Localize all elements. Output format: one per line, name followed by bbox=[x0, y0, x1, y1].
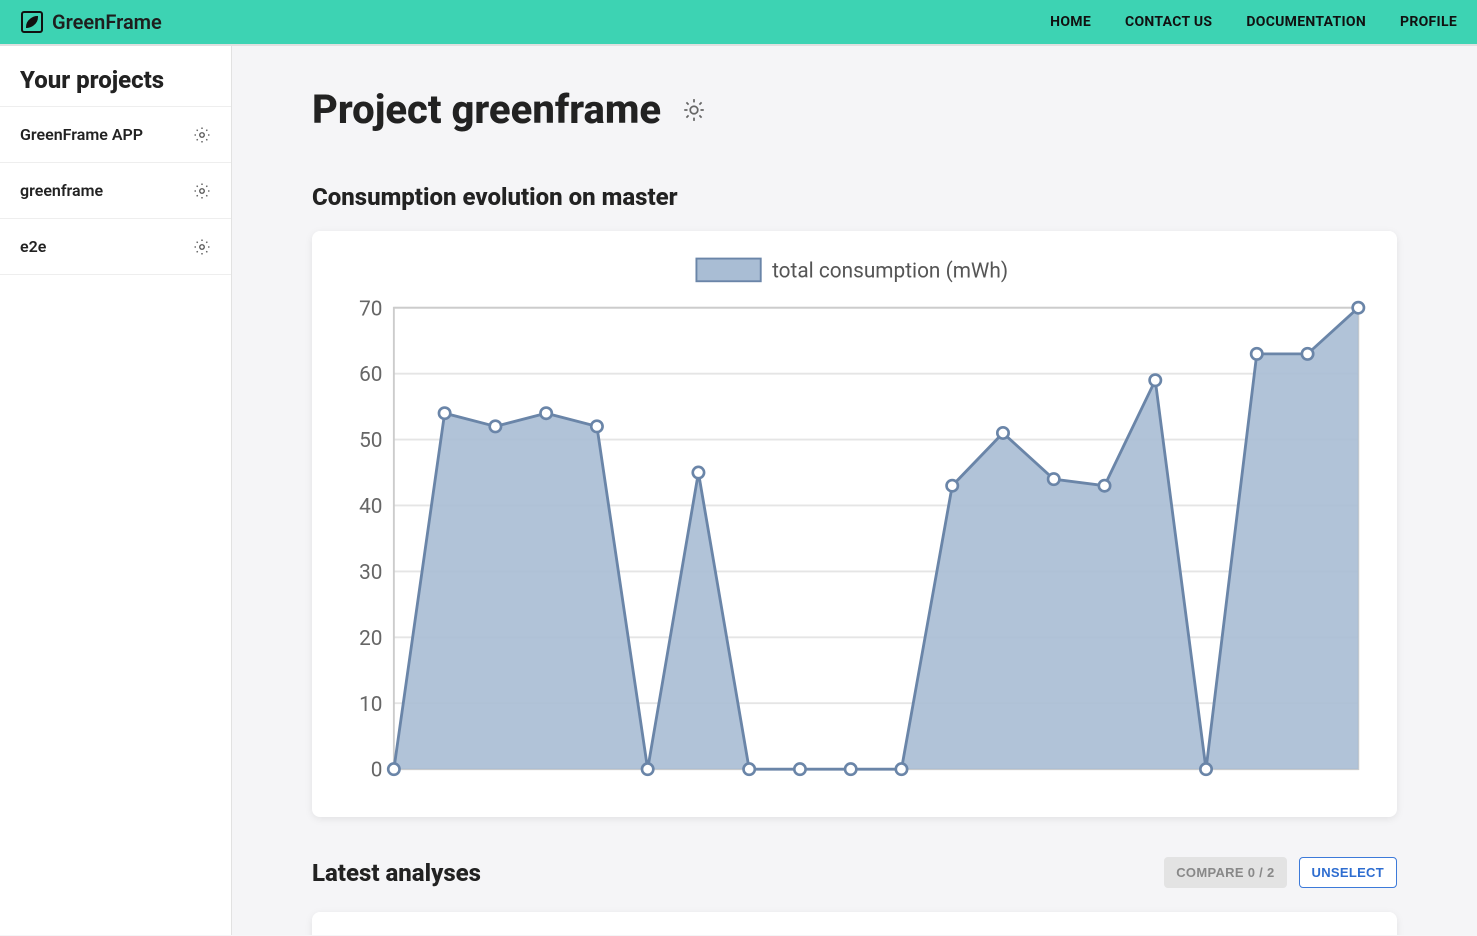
consumption-chart: total consumption (mWh) 0 10 20 30 40 50 60 70 bbox=[322, 251, 1381, 799]
analyses-header: Latest analyses COMPARE 0 / 2 UNSELECT bbox=[312, 857, 1397, 888]
sidebar-item-greenframe[interactable]: greenframe bbox=[0, 163, 231, 219]
svg-text:70: 70 bbox=[359, 297, 382, 321]
svg-text:0: 0 bbox=[371, 759, 383, 783]
nav-contact[interactable]: CONTACT US bbox=[1125, 14, 1212, 30]
sidebar-item-label: greenframe bbox=[20, 181, 103, 200]
nav-docs[interactable]: DOCUMENTATION bbox=[1246, 14, 1366, 30]
svg-text:total consumption (mWh): total consumption (mWh) bbox=[772, 259, 1008, 283]
gear-icon[interactable] bbox=[681, 97, 707, 123]
svg-text:30: 30 bbox=[359, 561, 382, 585]
nav-home[interactable]: HOME bbox=[1050, 14, 1091, 30]
analyses-actions: COMPARE 0 / 2 UNSELECT bbox=[1164, 857, 1397, 888]
unselect-button[interactable]: UNSELECT bbox=[1299, 857, 1397, 888]
gear-icon[interactable] bbox=[193, 126, 211, 144]
sidebar: Your projects GreenFrame APP greenframe … bbox=[0, 46, 232, 935]
analyses-title: Latest analyses bbox=[312, 859, 481, 887]
main-content: Project greenframe Consumption evolution… bbox=[232, 46, 1477, 935]
nav-profile[interactable]: PROFILE bbox=[1400, 14, 1457, 30]
leaf-icon bbox=[20, 10, 44, 34]
chart-card: total consumption (mWh) 0 10 20 30 40 50 60 70 bbox=[312, 231, 1397, 817]
brand-text: GreenFrame bbox=[52, 10, 162, 34]
top-nav: HOME CONTACT US DOCUMENTATION PROFILE bbox=[1050, 14, 1457, 30]
page-header: Project greenframe bbox=[312, 86, 1397, 133]
sidebar-item-e2e[interactable]: e2e bbox=[0, 219, 231, 275]
svg-text:10: 10 bbox=[359, 693, 382, 717]
gear-icon[interactable] bbox=[193, 238, 211, 256]
gear-icon[interactable] bbox=[193, 182, 211, 200]
svg-text:20: 20 bbox=[359, 627, 382, 651]
svg-text:60: 60 bbox=[359, 363, 382, 387]
svg-text:50: 50 bbox=[359, 429, 382, 453]
analysis-item[interactable]: #4 Merge pull request #395 from marmelab… bbox=[312, 912, 1397, 935]
svg-text:40: 40 bbox=[359, 495, 382, 519]
compare-button: COMPARE 0 / 2 bbox=[1164, 857, 1286, 888]
sidebar-item-greenframe-app[interactable]: GreenFrame APP bbox=[0, 106, 231, 163]
brand[interactable]: GreenFrame bbox=[20, 10, 162, 34]
sidebar-item-label: GreenFrame APP bbox=[20, 125, 143, 144]
chart-section-title: Consumption evolution on master bbox=[312, 183, 1397, 211]
page-title: Project greenframe bbox=[312, 86, 661, 133]
topbar: GreenFrame HOME CONTACT US DOCUMENTATION… bbox=[0, 0, 1477, 46]
sidebar-item-label: e2e bbox=[20, 237, 46, 256]
sidebar-title: Your projects bbox=[0, 58, 231, 106]
